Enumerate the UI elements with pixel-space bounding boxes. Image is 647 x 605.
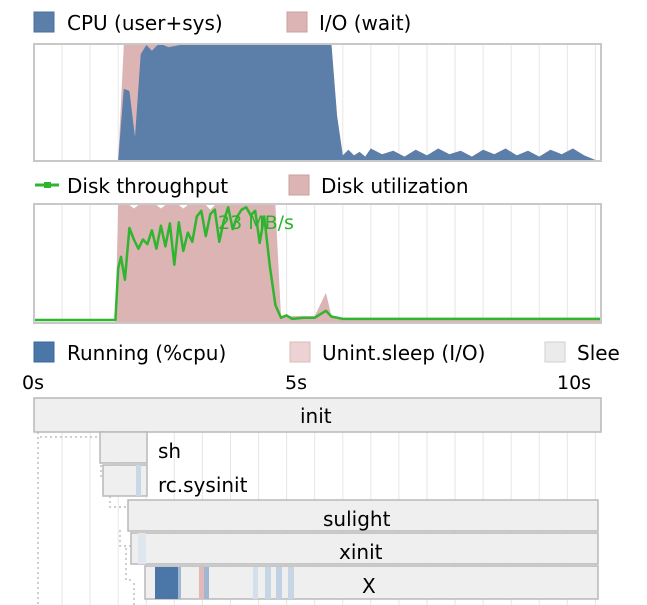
disk-throughput-peak-label: 23 MB/s xyxy=(218,212,294,234)
time-tick-label-5s: 5s xyxy=(285,372,307,394)
x-running-segment-4 xyxy=(253,567,258,599)
time-tick-label-10s: 10s xyxy=(557,372,591,394)
disk-chart-panel: 23 MB/s xyxy=(33,203,602,324)
xinit-running-segment xyxy=(138,533,146,564)
time-tick-label-0s: 0s xyxy=(22,372,44,394)
cpu-legend: CPU (user+sys) I/O (wait) xyxy=(33,11,411,35)
cpu-legend-swatch xyxy=(33,11,55,33)
x-running-segment-1 xyxy=(155,567,178,599)
connector-sulight-xinit xyxy=(119,530,131,547)
process-legend: Running (%cpu) Unint.sleep (I/O) Slee xyxy=(33,341,620,365)
process-label-sulight: sulight xyxy=(323,507,391,531)
sleep-legend-swatch xyxy=(544,341,566,363)
process-bar-sh[interactable] xyxy=(99,431,148,464)
unint-sleep-legend-swatch xyxy=(289,341,311,363)
running-legend-swatch xyxy=(33,341,55,363)
x-running-segment-6 xyxy=(276,567,282,599)
bootchart-figure: CPU (user+sys) I/O (wait) Disk throughpu… xyxy=(22,11,620,605)
x-running-segment-5 xyxy=(265,567,271,599)
disk-util-legend-swatch xyxy=(288,174,310,196)
x-running-segment-2 xyxy=(178,567,181,599)
process-chart-panel: init sh rc.sysinit sulight xinit X xyxy=(33,397,602,605)
process-label-init: init xyxy=(300,404,332,428)
x-running-segment-3 xyxy=(204,567,209,599)
disk-util-legend-label: Disk utilization xyxy=(321,174,469,198)
io-wait-legend-swatch xyxy=(286,11,308,33)
x-unint-sleep-segment xyxy=(199,567,204,599)
rc-sysinit-running-segment xyxy=(136,465,141,496)
process-label-sh: sh xyxy=(158,439,181,463)
cpu-legend-label: CPU (user+sys) xyxy=(67,11,223,35)
running-legend-label: Running (%cpu) xyxy=(67,341,226,365)
process-label-x: X xyxy=(362,574,376,598)
disk-legend: Disk throughput Disk utilization xyxy=(35,174,469,198)
disk-throughput-legend-label: Disk throughput xyxy=(67,174,228,198)
io-wait-legend-label: I/O (wait) xyxy=(319,11,411,35)
cpu-chart-panel xyxy=(33,43,602,162)
time-axis: 0s 5s 10s xyxy=(22,372,591,394)
bootchart-stage: CPU (user+sys) I/O (wait) Disk throughpu… xyxy=(0,0,647,605)
sleep-legend-label: Slee xyxy=(577,341,620,365)
process-label-xinit: xinit xyxy=(339,540,383,564)
disk-throughput-legend-marker xyxy=(44,182,51,188)
unint-sleep-legend-label: Unint.sleep (I/O) xyxy=(322,341,485,365)
process-label-rc-sysinit: rc.sysinit xyxy=(158,473,248,497)
x-running-segment-7 xyxy=(288,567,294,599)
connector-rc-sulight xyxy=(109,496,128,508)
